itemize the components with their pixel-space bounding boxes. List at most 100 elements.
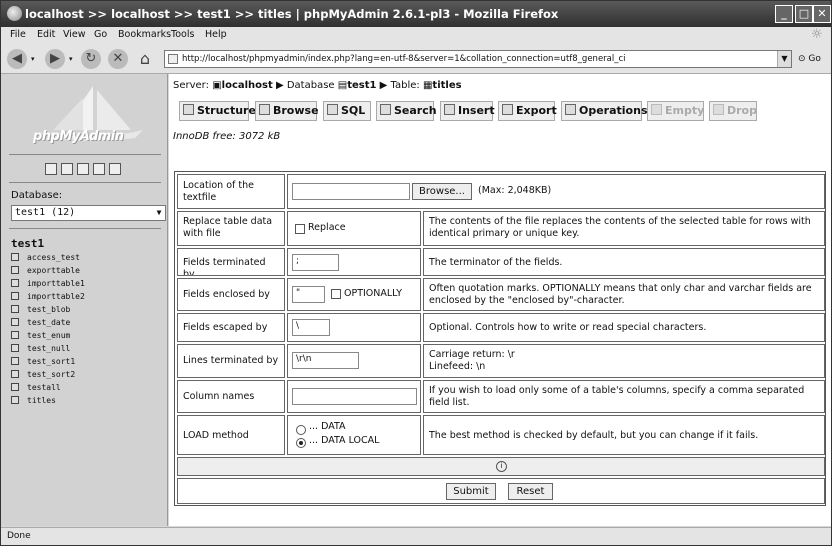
- form-desc-cell: Optional. Controls how to write or read …: [423, 313, 825, 342]
- breadcrumb-server[interactable]: localhost: [222, 80, 273, 91]
- menu-edit[interactable]: Edit: [37, 29, 55, 40]
- table-icon: [11, 305, 19, 313]
- browser-window: localhost >> localhost >> test1 >> title…: [0, 0, 832, 546]
- menu-file[interactable]: File: [10, 29, 26, 40]
- replace-checkbox[interactable]: [295, 224, 305, 234]
- optionally-checkbox[interactable]: [331, 289, 341, 299]
- form-label-cell: LOAD method: [177, 415, 285, 455]
- table-icon: [11, 383, 19, 391]
- back-dropdown-icon[interactable]: ▾: [31, 55, 35, 63]
- load-method-description: The best method is checked by default, b…: [429, 430, 759, 441]
- load-data-local-radio[interactable]: [296, 438, 306, 448]
- table-icon: [11, 331, 19, 339]
- arrow-icon: ▶: [379, 80, 388, 91]
- back-icon[interactable]: ◀: [7, 49, 27, 69]
- menu-bookmarks[interactable]: Bookmarks: [118, 29, 171, 40]
- form-input-cell: \: [287, 313, 421, 342]
- linefeed-text: Linefeed: \n: [429, 361, 486, 372]
- table-link[interactable]: access_test: [11, 253, 85, 266]
- database-select[interactable]: test1 (12) ▼: [11, 205, 166, 221]
- replace-checkbox-label: Replace: [308, 222, 346, 233]
- lines-terminated-label: Lines terminated by: [183, 355, 279, 366]
- table-icon: [11, 253, 19, 261]
- fields-enclosed-description: Often quotation marks. OPTIONALLY means …: [429, 283, 812, 306]
- carriage-return-text: Carriage return: \r: [429, 349, 515, 360]
- table-icon: [11, 318, 19, 326]
- menu-view[interactable]: View: [63, 29, 86, 40]
- operations-icon: [565, 104, 576, 115]
- menu-help[interactable]: Help: [205, 29, 227, 40]
- tab-operations[interactable]: Operations: [561, 101, 648, 121]
- table-link[interactable]: test_enum: [11, 331, 85, 344]
- fields-terminated-input[interactable]: ;: [292, 254, 339, 271]
- table-link[interactable]: test_null: [11, 344, 85, 357]
- browse-button[interactable]: Browse...: [412, 183, 472, 200]
- table-link[interactable]: test_blob: [11, 305, 85, 318]
- tab-browse[interactable]: Browse: [255, 101, 319, 121]
- database-name[interactable]: test1: [11, 237, 44, 250]
- reload-icon[interactable]: ↻: [81, 49, 101, 69]
- fields-terminated-description: The terminator of the fields.: [429, 257, 563, 268]
- table-link[interactable]: importtable1: [11, 279, 85, 292]
- window-title: localhost >> localhost >> test1 >> title…: [25, 7, 559, 21]
- export-icon: [502, 104, 513, 115]
- fields-enclosed-label: Fields enclosed by: [183, 289, 270, 300]
- tab-search[interactable]: Search: [376, 101, 437, 121]
- forward-dropdown-icon[interactable]: ▾: [69, 55, 73, 63]
- sql-icon: [327, 104, 338, 115]
- tab-structure[interactable]: Structure: [179, 101, 256, 121]
- table-link[interactable]: importtable2: [11, 292, 85, 305]
- firefox-icon: [7, 6, 22, 21]
- query-window-icon[interactable]: [61, 163, 73, 175]
- browse-icon: [259, 104, 270, 115]
- table-icon: [11, 266, 19, 274]
- sql-icon[interactable]: [77, 163, 89, 175]
- form-desc-cell: If you wish to load only some of a table…: [423, 380, 825, 413]
- table-link[interactable]: titles: [11, 396, 85, 409]
- lines-terminated-input[interactable]: \r\n: [292, 352, 359, 369]
- breadcrumb-database[interactable]: test1: [347, 80, 376, 91]
- forward-icon[interactable]: ▶: [45, 49, 65, 69]
- url-dropdown-icon[interactable]: ▼: [777, 51, 791, 67]
- status-text: Done: [7, 531, 31, 541]
- menu-go[interactable]: Go: [94, 29, 107, 40]
- form-label-cell: Fields terminated by: [177, 248, 285, 276]
- tab-export[interactable]: Export: [498, 101, 557, 121]
- fields-enclosed-input[interactable]: ": [292, 286, 325, 303]
- maximize-button[interactable]: □: [795, 5, 813, 23]
- table-link[interactable]: test_sort2: [11, 370, 85, 383]
- menu-tools[interactable]: Tools: [171, 29, 194, 40]
- help-icon[interactable]: [109, 163, 121, 175]
- minimize-button[interactable]: _: [775, 5, 793, 23]
- go-label: Go: [808, 54, 821, 64]
- close-button[interactable]: ✕: [813, 5, 831, 23]
- reset-button[interactable]: Reset: [508, 483, 553, 500]
- database-icon: ▤: [337, 80, 348, 91]
- column-names-input[interactable]: [292, 388, 417, 405]
- info-icon[interactable]: i: [496, 461, 507, 472]
- logo-text: phpMyAdmin: [33, 129, 124, 144]
- home-icon[interactable]: [45, 163, 57, 175]
- innodb-free: InnoDB free: 3072 kB: [173, 131, 281, 142]
- tab-insert[interactable]: Insert: [440, 101, 495, 121]
- form-input-cell: \r\n: [287, 344, 421, 378]
- go-button[interactable]: ⊙ Go: [798, 54, 821, 64]
- fields-escaped-input[interactable]: \: [292, 319, 330, 336]
- table-link[interactable]: test_date: [11, 318, 85, 331]
- go-icon: ⊙: [798, 54, 806, 64]
- home-icon[interactable]: ⌂: [135, 49, 155, 69]
- throbber-icon: ☼: [811, 27, 823, 42]
- stop-icon[interactable]: ✕: [108, 49, 128, 69]
- docs-icon[interactable]: [93, 163, 105, 175]
- divider: [9, 228, 161, 229]
- table-link[interactable]: test_sort1: [11, 357, 85, 370]
- url-bar[interactable]: http://localhost/phpmyadmin/index.php?la…: [164, 50, 792, 68]
- file-path-input[interactable]: [292, 183, 410, 200]
- tab-sql[interactable]: SQL: [323, 101, 371, 121]
- table-link[interactable]: exporttable: [11, 266, 85, 279]
- submit-button[interactable]: Submit: [446, 483, 496, 500]
- breadcrumb-table[interactable]: titles: [432, 80, 461, 91]
- table-link[interactable]: testall: [11, 383, 85, 396]
- status-bar: Done: [1, 527, 831, 545]
- load-data-radio[interactable]: [296, 425, 306, 435]
